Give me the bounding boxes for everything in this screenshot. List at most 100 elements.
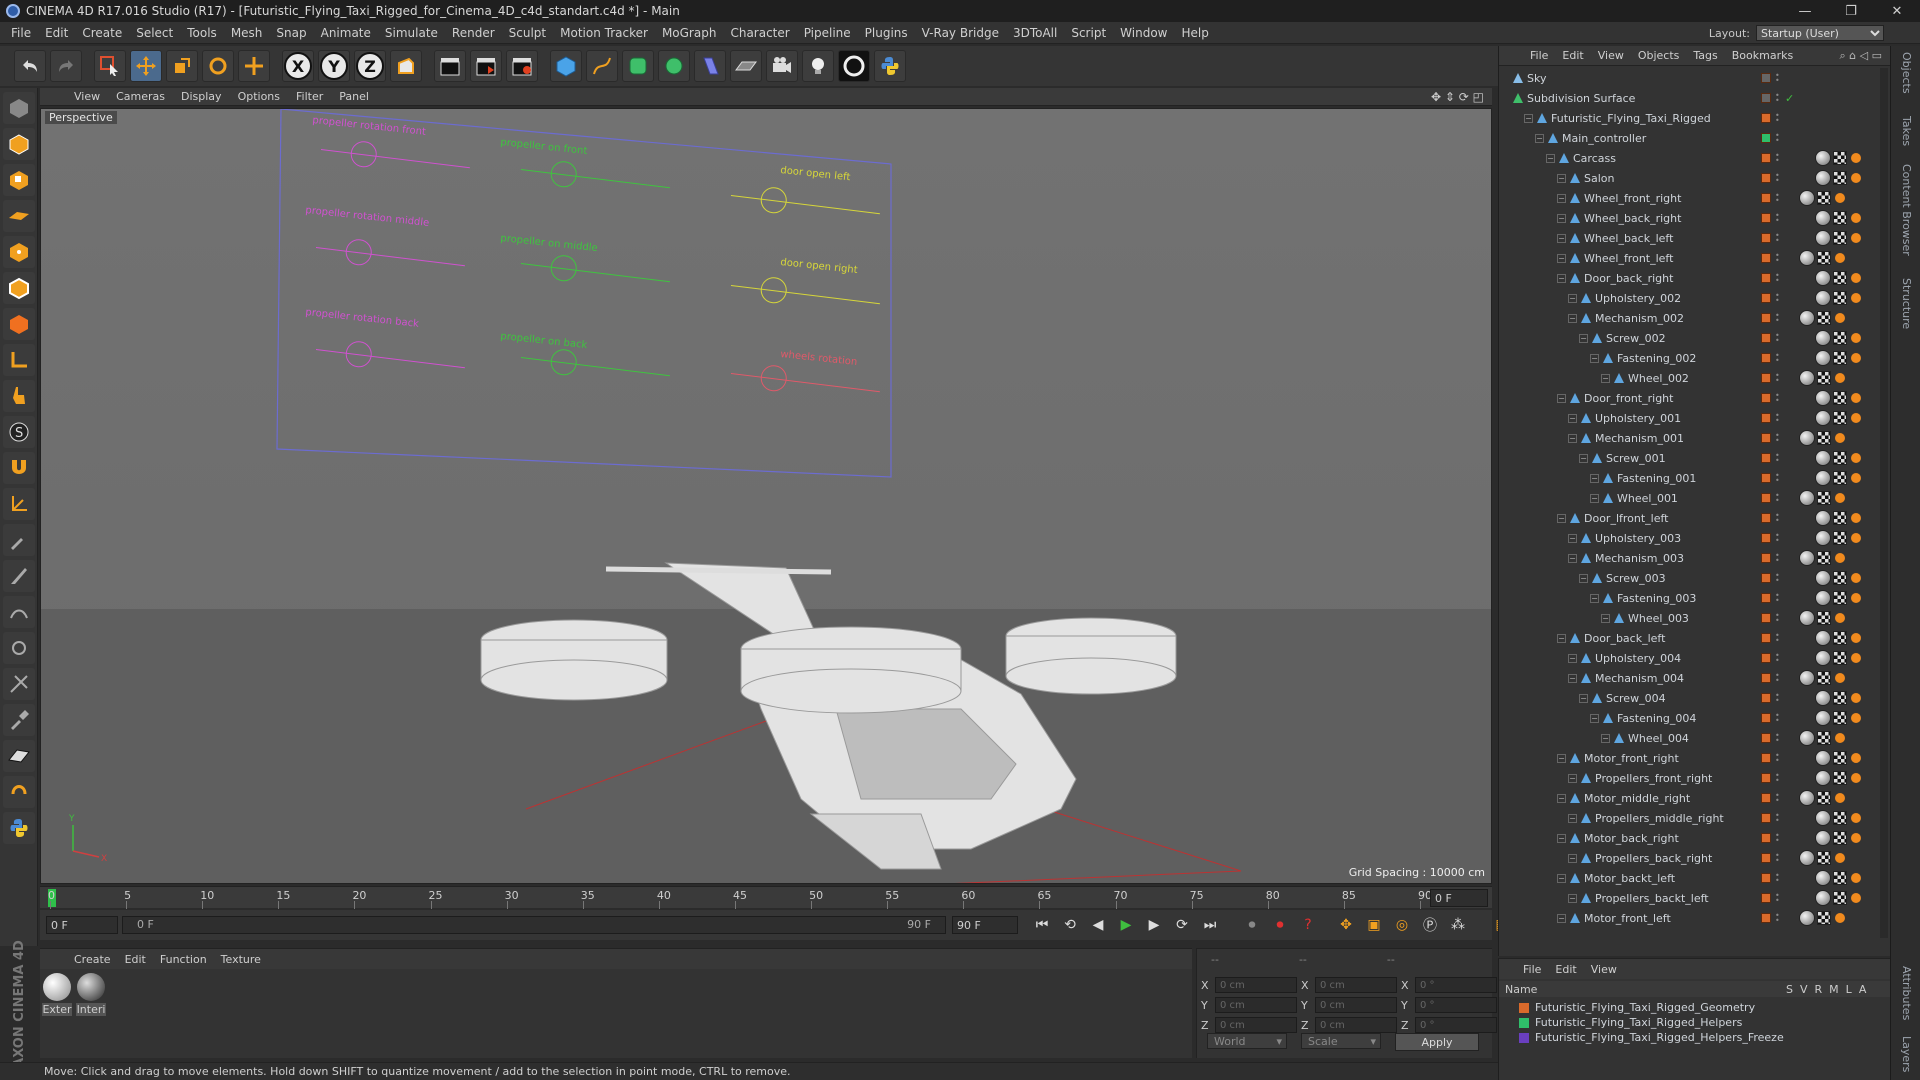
rig-controller-slider[interactable] [320,139,470,169]
object-row[interactable]: − Mechanism_003 • • [1499,548,1879,568]
camera-object-button[interactable] [766,50,798,82]
previous-frame-button[interactable]: ◀ [1086,913,1110,937]
layer-color-tag[interactable] [1761,493,1771,503]
go-to-end-button[interactable]: ⏭ [1198,913,1222,937]
layer-color-tag[interactable] [1761,833,1771,843]
layer-color-tag[interactable] [1761,613,1771,623]
material-tag-icon[interactable] [1815,170,1831,186]
coordinate-system-button[interactable] [390,50,422,82]
material-tag-icon[interactable] [1799,250,1815,266]
expand-toggle-icon[interactable]: − [1568,673,1577,683]
visibility-dots-icon[interactable]: • • [1775,152,1780,165]
expand-toggle-icon[interactable]: − [1568,413,1577,423]
menu-3dtoall[interactable]: 3DToAll [1006,26,1064,40]
visibility-dots-icon[interactable]: • • [1775,472,1780,485]
expand-toggle-icon[interactable]: − [1557,753,1566,763]
y-axis-button[interactable]: Y [318,50,350,82]
material-tag-icon[interactable] [1799,430,1815,446]
brush-tool-button[interactable] [2,524,35,556]
layer-color-tag[interactable] [1761,113,1771,123]
expand-toggle-icon[interactable]: − [1579,453,1588,463]
texture-tag-icon[interactable] [1817,731,1831,745]
expand-toggle-icon[interactable]: − [1557,253,1566,263]
object-row[interactable]: − Wheel_back_right • • [1499,208,1879,228]
end-frame-field[interactable]: 90 F [952,916,1018,934]
object-row[interactable]: − Main_controller • • [1499,128,1879,148]
record-active-objects-button[interactable]: ⏺ [1240,913,1264,937]
layers-menu-file[interactable]: File [1523,963,1541,976]
objects-menu-view[interactable]: View [1591,49,1631,62]
object-row[interactable]: − Screw_002 • • [1499,328,1879,348]
rig-controller-knob-icon[interactable] [549,159,579,189]
object-row[interactable]: − Wheel_002 • • [1499,368,1879,388]
visibility-dots-icon[interactable]: • • [1775,392,1780,405]
light-object-button[interactable] [802,50,834,82]
move-tool-button[interactable] [130,50,162,82]
keyframe-selection-button[interactable]: ? [1296,913,1320,937]
material-menu-texture[interactable]: Texture [221,953,261,966]
visibility-dots-icon[interactable]: • • [1775,132,1780,145]
rig-controller-knob-icon[interactable] [759,275,789,305]
material-tag-icon[interactable] [1815,350,1831,366]
expand-toggle-icon[interactable]: − [1524,113,1533,123]
object-row[interactable]: − Motor_backt_left • • [1499,868,1879,888]
layer-color-tag[interactable] [1761,173,1771,183]
perspective-viewport[interactable]: Perspective Y X propeller rotation front… [40,108,1492,884]
protection-tag-icon[interactable] [1835,193,1845,203]
layer-color-tag[interactable] [1761,713,1771,723]
layout-select[interactable]: Startup (User) [1756,25,1884,41]
side-tab-takes[interactable]: Takes [1900,116,1913,146]
play-button[interactable]: ▶ [1114,913,1138,937]
visibility-dots-icon[interactable]: • • [1775,412,1780,425]
protection-tag-icon[interactable] [1835,913,1845,923]
render-picture-viewer-button[interactable] [470,50,502,82]
menu-sculpt[interactable]: Sculpt [502,26,553,40]
magnet-button[interactable] [2,452,35,484]
object-row[interactable]: − Upholstery_004 • • [1499,648,1879,668]
layer-color-tag[interactable] [1761,73,1771,83]
protection-tag-icon[interactable] [1851,573,1861,583]
protection-tag-icon[interactable] [1835,493,1845,503]
visibility-dots-icon[interactable]: • • [1775,612,1780,625]
object-row[interactable]: − Wheel_front_left • • [1499,248,1879,268]
texture-tag-icon[interactable] [1833,351,1847,365]
objects-menu-file[interactable]: File [1523,49,1555,62]
live-selection-button[interactable] [94,50,126,82]
layer-color-tag[interactable] [1761,333,1771,343]
texture-tag-icon[interactable] [1833,291,1847,305]
material-tag-icon[interactable] [1815,510,1831,526]
visibility-dots-icon[interactable]: • • [1775,192,1780,205]
object-tree-scrollbar[interactable] [1880,68,1888,938]
menu-plugins[interactable]: Plugins [858,26,915,40]
visibility-dots-icon[interactable]: • • [1775,352,1780,365]
visibility-dots-icon[interactable]: • • [1775,892,1780,905]
object-row[interactable]: − Door_back_left • • [1499,628,1879,648]
expand-toggle-icon[interactable]: − [1568,773,1577,783]
rig-controller-slider[interactable] [730,185,880,215]
layer-color-tag[interactable] [1761,93,1771,103]
expand-toggle-icon[interactable]: − [1568,813,1577,823]
layer-color-tag[interactable] [1761,453,1771,463]
z-axis-button[interactable]: Z [354,50,386,82]
sculpt-brush-button[interactable] [2,632,35,664]
menu-create[interactable]: Create [75,26,129,40]
protection-tag-icon[interactable] [1851,473,1861,483]
object-row[interactable]: − Propellers_front_right • • [1499,768,1879,788]
object-row[interactable]: − Upholstery_002 • • [1499,288,1879,308]
menu-script[interactable]: Script [1064,26,1113,40]
material-tag-icon[interactable] [1799,370,1815,386]
rotation-p-field[interactable]: 0 ° [1415,997,1497,1013]
x-axis-button[interactable]: X [282,50,314,82]
redo-button[interactable] [50,50,82,82]
material-tag-icon[interactable] [1799,790,1815,806]
current-frame-field[interactable]: 0 F [1430,889,1488,907]
layer-color-tag[interactable] [1761,633,1771,643]
texture-tag-icon[interactable] [1833,591,1847,605]
menu-help[interactable]: Help [1174,26,1215,40]
layer-color-tag[interactable] [1761,533,1771,543]
object-row[interactable]: − Door_front_right • • [1499,388,1879,408]
texture-tag-icon[interactable] [1833,171,1847,185]
objects-menu-bookmarks[interactable]: Bookmarks [1725,49,1800,62]
texture-tag-icon[interactable] [1833,411,1847,425]
object-row[interactable]: − Fastening_003 • • [1499,588,1879,608]
